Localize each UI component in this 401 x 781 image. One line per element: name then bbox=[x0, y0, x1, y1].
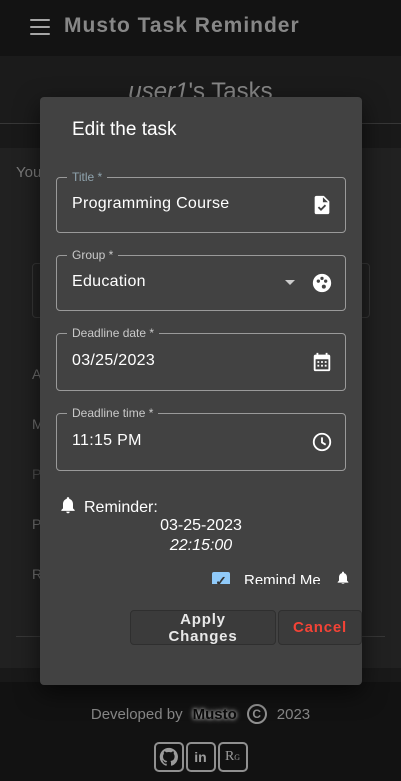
palette-icon bbox=[311, 272, 333, 294]
title-field[interactable]: Title * Programming Course bbox=[56, 170, 346, 233]
task-file-icon bbox=[311, 194, 333, 216]
reminder-time: 22:15:00 bbox=[169, 537, 233, 554]
deadline-time-label: Deadline time * bbox=[67, 406, 159, 420]
group-select[interactable]: Group * Education bbox=[56, 248, 346, 311]
dialog-actions: Apply Changes Cancel bbox=[130, 610, 362, 645]
calendar-icon[interactable] bbox=[311, 351, 333, 373]
group-field-label: Group * bbox=[67, 248, 119, 262]
remind-me-checkbox[interactable]: ✓ bbox=[212, 572, 230, 584]
title-field-value[interactable]: Programming Course bbox=[72, 195, 229, 213]
deadline-time-field[interactable]: Deadline time * 11:15 PM bbox=[56, 406, 346, 471]
title-field-label: Title * bbox=[67, 170, 108, 184]
reminder-date: 03-25-2023 bbox=[160, 517, 242, 534]
reminder-label: Reminder: bbox=[84, 498, 158, 516]
group-field-value[interactable]: Education bbox=[72, 273, 146, 291]
deadline-time-value[interactable]: 11:15 PM bbox=[72, 432, 142, 450]
deadline-date-label: Deadline date * bbox=[67, 326, 160, 340]
bell-icon bbox=[335, 570, 351, 584]
remind-me-label: Remind Me bbox=[244, 572, 321, 584]
deadline-date-value[interactable]: 03/25/2023 bbox=[72, 352, 155, 370]
chevron-down-icon[interactable] bbox=[285, 280, 295, 285]
remind-me-row[interactable]: ✓ Remind Me bbox=[212, 570, 352, 584]
edit-task-dialog: Edit the task Title * Programming Course… bbox=[40, 97, 362, 685]
dialog-title: Edit the task bbox=[72, 119, 177, 140]
apply-changes-button[interactable]: Apply Changes bbox=[130, 610, 276, 645]
clock-icon[interactable] bbox=[311, 431, 333, 453]
cancel-button[interactable]: Cancel bbox=[278, 610, 362, 645]
deadline-date-field[interactable]: Deadline date * 03/25/2023 bbox=[56, 326, 346, 391]
